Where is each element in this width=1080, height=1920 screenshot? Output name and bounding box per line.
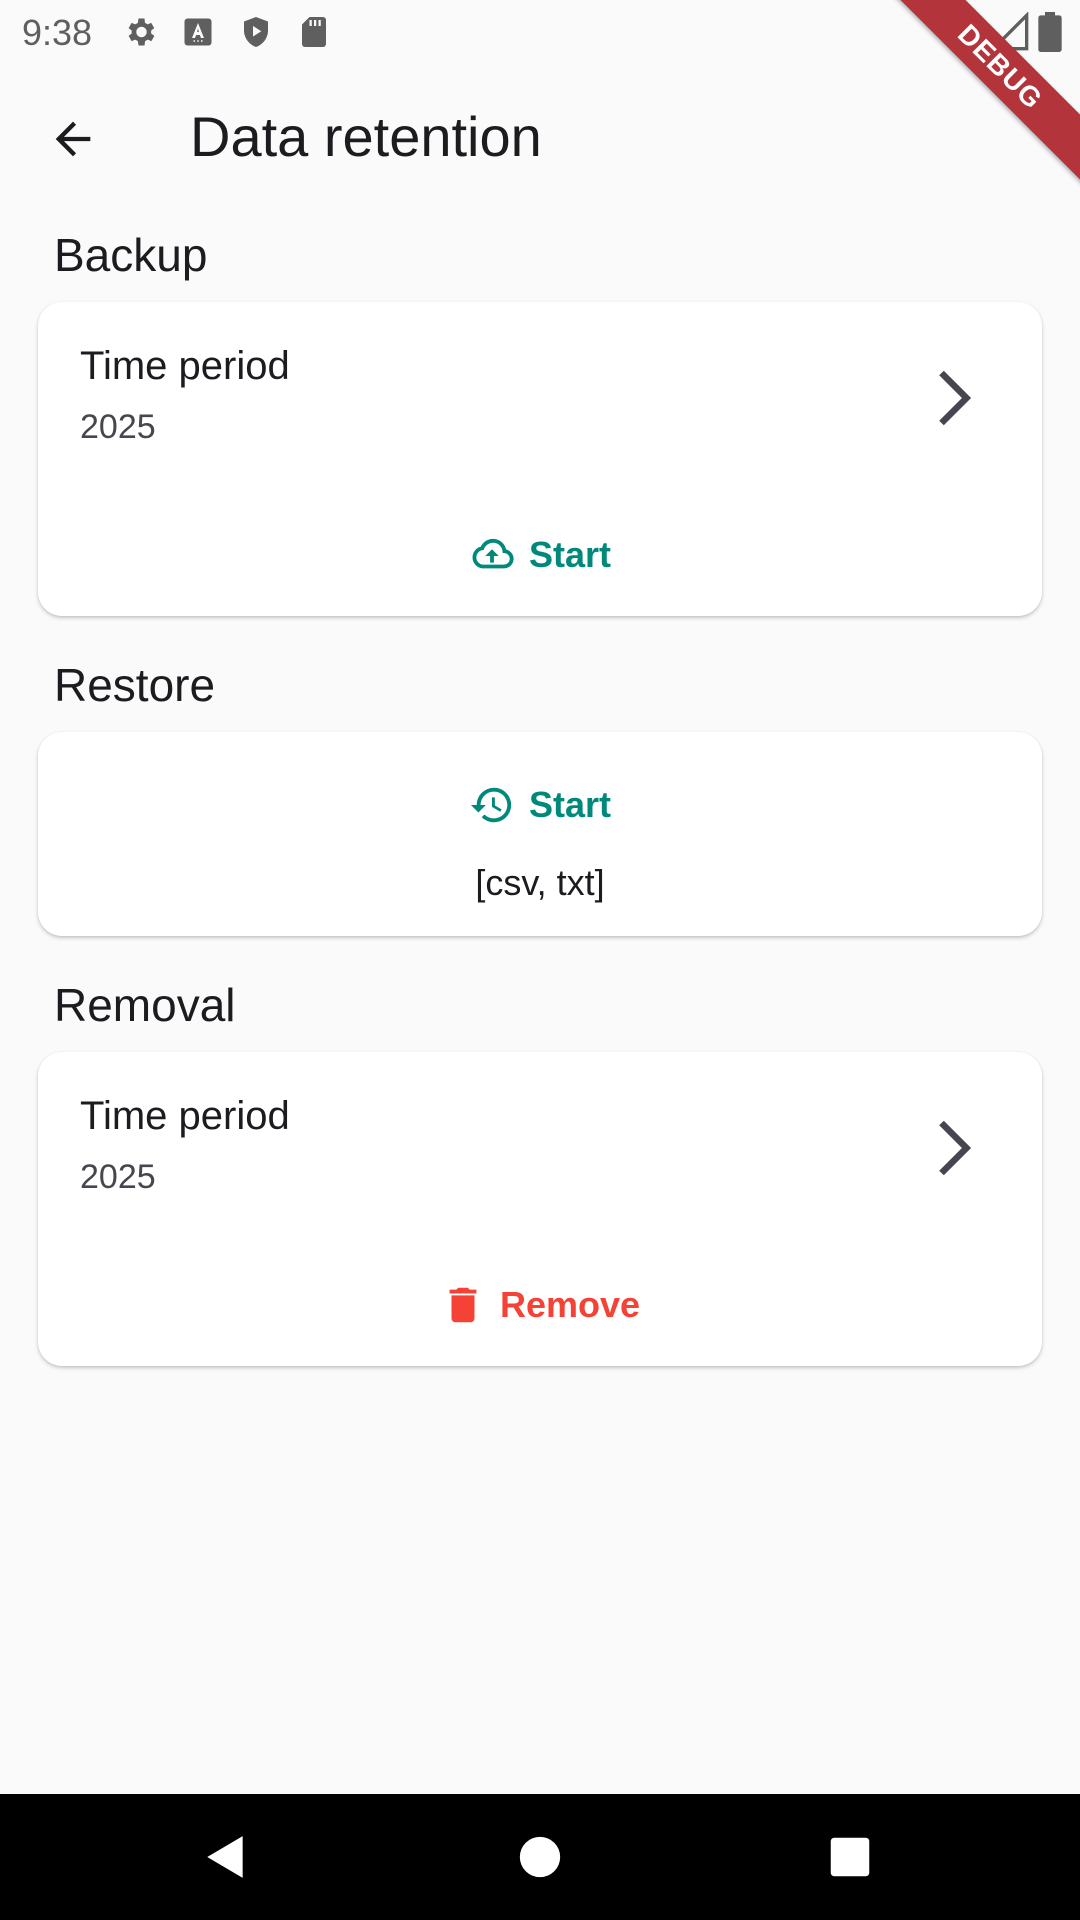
trash-icon [440,1282,486,1328]
nav-recents-button[interactable] [820,1827,880,1887]
restore-start-button[interactable]: Start [38,770,1042,840]
system-nav-bar [0,1794,1080,1920]
history-icon [469,782,515,828]
sd-card-icon [302,17,326,47]
recents-square-icon [830,1837,870,1877]
chevron-right-icon [939,1120,972,1176]
back-triangle-icon [207,1836,243,1878]
backup-time-period-value: 2025 [80,408,156,446]
backup-card: Time period 2025 Start [38,302,1042,616]
nav-back-button[interactable] [196,1827,256,1887]
restore-section-title: Restore [54,659,216,711]
removal-card: Time period 2025 Remove [38,1052,1042,1366]
removal-time-period-value: 2025 [80,1158,156,1196]
cloud-upload-icon [469,532,515,578]
restore-card: Start [csv, txt] [38,732,1042,936]
status-time: 9:38 [22,12,93,53]
shield-play-icon [244,17,268,47]
backup-start-label: Start [528,534,612,575]
arrow-back-icon [55,121,91,157]
chevron-right-icon [939,370,972,426]
backup-time-period-label: Time period [80,344,290,388]
page-title: Data retention [190,105,542,168]
restore-start-label: Start [528,784,612,825]
backup-time-period-tile[interactable]: Time period 2025 [38,302,1042,472]
removal-remove-label: Remove [499,1284,641,1325]
backup-section-title: Backup [54,229,208,281]
battery-icon [1038,12,1062,52]
nav-home-button[interactable] [510,1827,570,1887]
app-bar: Data retention [0,66,1080,206]
backup-start-button[interactable]: Start [38,520,1042,590]
home-circle-icon [519,1836,561,1878]
back-button[interactable] [38,104,108,174]
removal-section-title: Removal [54,979,236,1031]
removal-remove-button[interactable]: Remove [38,1270,1042,1340]
removal-time-period-label: Time period [80,1094,290,1138]
a-keyboard-icon [184,18,212,46]
gear-icon [128,18,155,46]
screen: 9:38 DEBUG Data retention Backup Time pe… [0,0,1080,1920]
restore-formats-text: [csv, txt] [475,862,605,903]
removal-time-period-tile[interactable]: Time period 2025 [38,1052,1042,1222]
